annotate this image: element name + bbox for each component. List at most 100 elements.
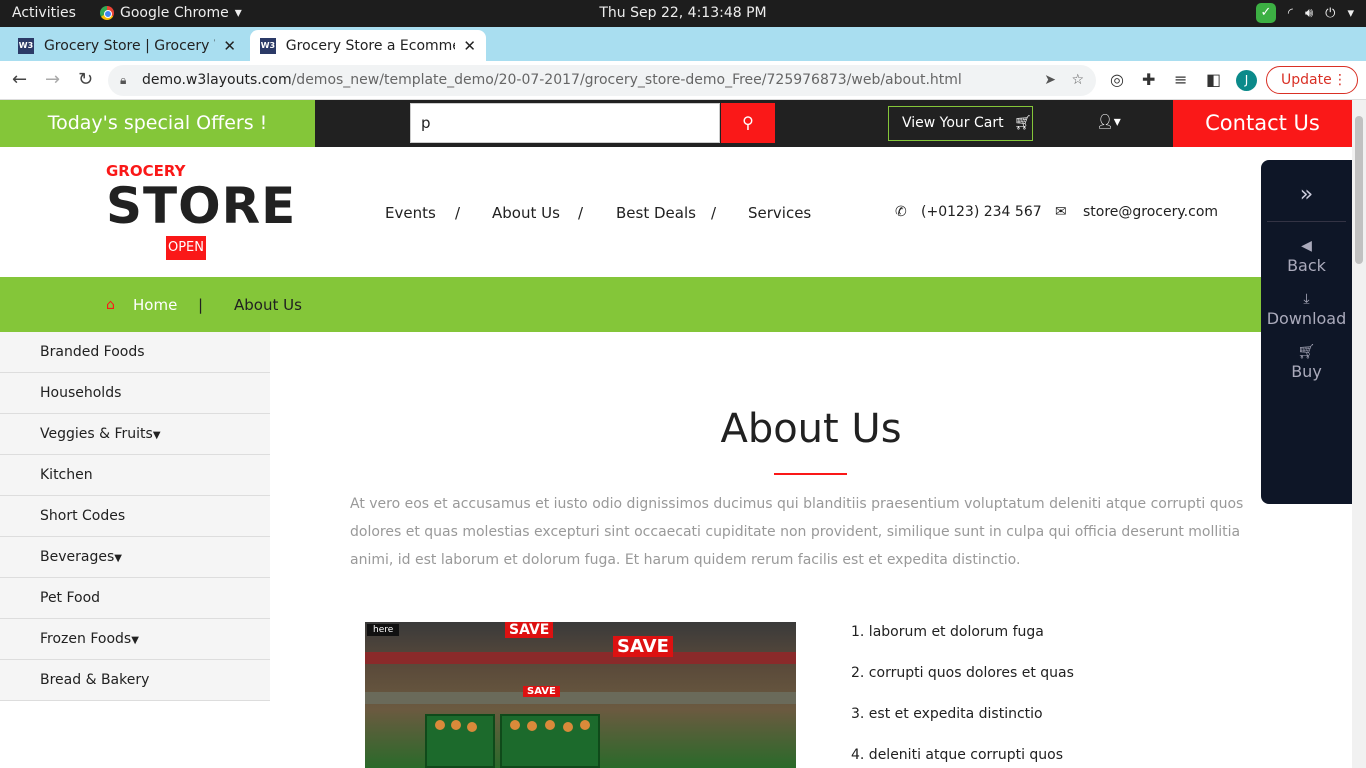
forward-arrow-icon[interactable]: → xyxy=(45,69,60,90)
scrollbar-thumb[interactable] xyxy=(1355,116,1363,264)
shelf-band xyxy=(365,652,796,664)
sidebar-item-label: Frozen Foods xyxy=(40,631,132,647)
list-item: 2. corrupti quos dolores et quas xyxy=(851,665,1074,681)
color-extension-icon[interactable]: ◎ xyxy=(1110,70,1124,89)
nav-about-us[interactable]: About Us xyxy=(492,204,560,222)
sidebar-item-label: Kitchen xyxy=(40,467,93,483)
site-logo[interactable]: GROCERY STORE OPEN xyxy=(106,162,297,260)
more-vert-icon: ⋮ xyxy=(1333,72,1347,88)
email-link[interactable]: store@grocery.com xyxy=(1083,204,1218,220)
tab-grocery-ecommerce[interactable]: W3 Grocery Store a Ecommerc ✕ xyxy=(250,30,486,61)
sidebar-item-label: Short Codes xyxy=(40,508,126,524)
tab-title: Grocery Store a Ecommerc xyxy=(285,37,456,54)
special-offers-link[interactable]: Today's special Offers ! xyxy=(0,100,315,147)
sidebar-item-beverages[interactable]: Beverages▼ xyxy=(0,537,270,578)
user-menu[interactable]: 👤︎▾ xyxy=(1096,114,1121,130)
reload-icon[interactable]: ↻ xyxy=(78,69,93,90)
search-input[interactable]: p xyxy=(410,103,720,143)
web-page: Today's special Offers ! p ⚲ View Your C… xyxy=(0,100,1352,768)
app-menu[interactable]: Google Chrome ▾ xyxy=(100,5,242,21)
download-icon: ⤓ xyxy=(1303,291,1310,307)
double-chevron-right-icon[interactable]: » xyxy=(1261,182,1352,207)
tab-grocery-store[interactable]: W3 Grocery Store | Grocery W ✕ xyxy=(8,30,246,61)
view-cart-button[interactable]: View Your Cart 🛒︎ xyxy=(888,106,1033,141)
nav-events[interactable]: Events xyxy=(385,204,436,222)
fruit xyxy=(510,720,520,730)
page-title: About Us xyxy=(720,406,902,452)
sidebar-item-label: Veggies & Fruits xyxy=(40,426,153,442)
phone-icon: ✆ xyxy=(895,204,907,220)
close-icon[interactable]: ✕ xyxy=(463,37,476,55)
side-panel-icon[interactable]: ◧ xyxy=(1206,70,1221,89)
back-label: Back xyxy=(1287,256,1326,275)
volume-icon: 🔊︎ xyxy=(1304,5,1314,21)
send-icon[interactable]: ➤ xyxy=(1044,65,1056,96)
system-tray[interactable]: ✓ ◜ 🔊︎ ⏻ ▾ xyxy=(1255,3,1354,23)
search-button[interactable]: ⚲ xyxy=(721,103,775,143)
cart-icon: 🛒︎ xyxy=(1014,115,1032,131)
breadcrumb-current: About Us xyxy=(234,296,302,314)
category-sidebar: Branded Foods Households Veggies & Fruit… xyxy=(0,332,270,701)
activities-button[interactable]: Activities xyxy=(12,5,76,21)
nav-services[interactable]: Services xyxy=(748,204,811,222)
buy-link[interactable]: 🛒︎ Buy xyxy=(1261,344,1352,381)
nav-best-deals[interactable]: Best Deals xyxy=(616,204,696,222)
address-bar[interactable]: 🔒︎ demo.w3layouts.com/demos_new/template… xyxy=(108,65,1096,96)
list-item: 1. laborum et dolorum fuga xyxy=(851,624,1044,640)
close-icon[interactable]: ✕ xyxy=(223,37,236,55)
fruit xyxy=(545,720,555,730)
chevron-down-icon: ▾ xyxy=(1113,114,1121,130)
bookmark-star-icon[interactable]: ☆ xyxy=(1071,65,1084,96)
back-arrow-icon[interactable]: ← xyxy=(12,69,27,90)
nav-separator: / xyxy=(711,204,717,222)
lock-icon: 🔒︎ xyxy=(120,73,127,87)
sidebar-item-label: Pet Food xyxy=(40,590,101,606)
url-path: /demos_new/template_demo/20-07-2017/groc… xyxy=(291,72,962,88)
update-button[interactable]: Update ⋮ xyxy=(1266,66,1358,94)
sidebar-item-branded-foods[interactable]: Branded Foods xyxy=(0,332,270,373)
save-sign: SAVE xyxy=(613,636,673,657)
profile-avatar[interactable]: J xyxy=(1236,70,1257,91)
sidebar-item-frozen-foods[interactable]: Frozen Foods▼ xyxy=(0,619,270,660)
logo-big-text: STORE xyxy=(106,177,297,235)
media-control-icon[interactable]: ≡ xyxy=(1174,70,1187,89)
sidebar-item-pet-food[interactable]: Pet Food xyxy=(0,578,270,619)
w3layouts-favicon: W3 xyxy=(18,37,34,54)
phone-number: (+0123) 234 567 xyxy=(921,204,1042,220)
tab-title: Grocery Store | Grocery W xyxy=(43,37,216,54)
sidebar-item-households[interactable]: Households xyxy=(0,373,270,414)
about-paragraph: At vero eos et accusamus et iusto odio d… xyxy=(350,496,1244,568)
buy-label: Buy xyxy=(1291,362,1322,381)
sidebar-item-kitchen[interactable]: Kitchen xyxy=(0,455,270,496)
breadcrumb-home[interactable]: Home xyxy=(133,296,177,314)
fruit xyxy=(435,720,445,730)
fruit xyxy=(451,720,461,730)
tab-strip: W3 Grocery Store | Grocery W ✕ W3 Grocer… xyxy=(0,27,1366,84)
save-sign: SAVE xyxy=(523,686,560,697)
title-underline xyxy=(774,473,847,475)
download-link[interactable]: ⤓ Download xyxy=(1261,291,1352,328)
w3layouts-favicon: W3 xyxy=(260,37,276,54)
search-icon: ⚲ xyxy=(742,113,754,132)
sidebar-item-veggies-fruits[interactable]: Veggies & Fruits▼ xyxy=(0,414,270,455)
fruit xyxy=(563,722,573,732)
sidebar-item-short-codes[interactable]: Short Codes xyxy=(0,496,270,537)
wifi-icon: ◜ xyxy=(1287,5,1293,21)
user-icon: 👤︎ xyxy=(1096,114,1114,130)
sidebar-item-label: Bread & Bakery xyxy=(40,672,150,688)
contact-us-button[interactable]: Contact Us xyxy=(1173,100,1352,147)
system-top-bar: Activities Google Chrome ▾ Thu Sep 22, 4… xyxy=(0,0,1366,27)
download-label: Download xyxy=(1266,309,1347,328)
page-scrollbar[interactable] xyxy=(1352,100,1366,768)
sidebar-item-bread-bakery[interactable]: Bread & Bakery xyxy=(0,660,270,701)
url-domain: demo.w3layouts.com xyxy=(142,72,292,88)
cart-icon: 🛒︎ xyxy=(1297,344,1316,360)
arrow-left-icon: ◀ xyxy=(1301,238,1312,254)
fruit xyxy=(467,722,477,732)
fruit xyxy=(527,721,537,731)
app-menu-label: Google Chrome xyxy=(120,5,229,21)
update-check-icon[interactable]: ✓ xyxy=(1255,3,1276,23)
back-link[interactable]: ◀ Back xyxy=(1261,238,1352,275)
about-list: 1. laborum et dolorum fuga 2. corrupti q… xyxy=(851,622,1074,768)
extensions-puzzle-icon[interactable]: ✚ xyxy=(1142,70,1155,89)
